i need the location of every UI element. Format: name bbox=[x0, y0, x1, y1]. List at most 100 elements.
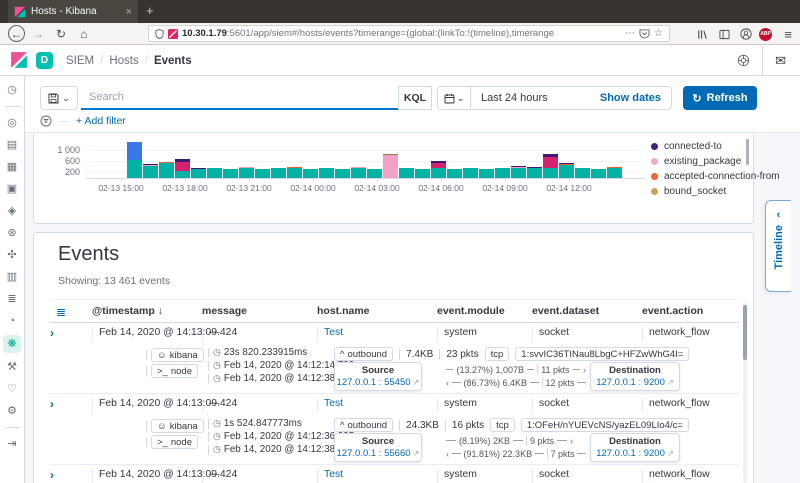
node-badge[interactable]: >_ node bbox=[151, 435, 198, 449]
source-endpoint-ip[interactable]: 127.0.0.1 bbox=[337, 377, 377, 388]
histogram-bar[interactable] bbox=[447, 168, 462, 178]
column-header-eventdataset[interactable]: event.dataset bbox=[532, 305, 599, 317]
histogram-bar[interactable] bbox=[255, 168, 270, 178]
sidebar-item-maps[interactable]: ◈ bbox=[3, 203, 21, 219]
sidebar-item-machine-learning[interactable]: ⊛ bbox=[3, 225, 21, 241]
legend-item[interactable]: connected-to bbox=[651, 140, 722, 152]
histogram-bar[interactable] bbox=[511, 165, 526, 178]
bookmark-star-icon[interactable]: ☆ bbox=[654, 28, 663, 39]
histogram-bar[interactable] bbox=[271, 168, 286, 178]
histogram-bar[interactable] bbox=[575, 168, 590, 178]
external-link-icon[interactable]: ↗ bbox=[411, 378, 420, 387]
sidebar-item-stack-monitoring[interactable]: ♡ bbox=[3, 381, 21, 397]
column-header-timestamp[interactable]: @timestamp ↓ bbox=[92, 305, 163, 317]
source-endpoint-port[interactable]: 55660 bbox=[384, 448, 410, 459]
tab-close-icon[interactable]: × bbox=[126, 6, 132, 18]
sidebar-item-graph[interactable]: ✣ bbox=[3, 247, 21, 263]
site-identity-icon[interactable] bbox=[168, 28, 178, 39]
legend-item[interactable]: existing_package bbox=[651, 155, 741, 167]
reload-icon[interactable]: ↻ bbox=[56, 23, 66, 45]
column-header-eventmodule[interactable]: event.module bbox=[437, 305, 505, 317]
sidebar-item-siem[interactable]: ❋ bbox=[3, 335, 21, 353]
pocket-icon[interactable] bbox=[639, 28, 650, 39]
histogram-bar[interactable] bbox=[239, 167, 254, 178]
kql-language-button[interactable]: KQL bbox=[398, 86, 432, 110]
legend-scrollbar[interactable] bbox=[746, 139, 749, 165]
sidebar-item-discover[interactable]: ◎ bbox=[3, 115, 21, 131]
legend-item[interactable]: accepted-connection-from bbox=[651, 170, 780, 182]
histogram-bar[interactable] bbox=[463, 168, 478, 178]
timerange-label[interactable]: Last 24 hours bbox=[471, 92, 548, 104]
protocol-badge[interactable]: tcp bbox=[484, 347, 510, 361]
expand-row-icon[interactable]: › bbox=[50, 468, 54, 482]
external-link-icon[interactable]: ↗ bbox=[665, 449, 674, 458]
kibana-logo[interactable] bbox=[10, 51, 28, 69]
expand-row-icon[interactable]: › bbox=[50, 397, 54, 411]
saved-query-menu-button[interactable]: ⌄ bbox=[40, 86, 78, 110]
column-header-message[interactable]: message bbox=[202, 305, 247, 317]
adblock-icon[interactable]: ABP bbox=[759, 27, 772, 41]
breadcrumb-hosts[interactable]: Hosts bbox=[109, 55, 138, 67]
sidebar-item-canvas[interactable]: ▣ bbox=[3, 181, 21, 197]
expand-row-icon[interactable]: › bbox=[50, 326, 54, 340]
protocol-badge[interactable]: tcp bbox=[490, 418, 515, 432]
histogram-bar[interactable] bbox=[159, 161, 174, 178]
sidebar-item-logs[interactable]: ≣ bbox=[3, 291, 21, 307]
browser-tab[interactable]: Hosts - Kibana × bbox=[8, 0, 138, 23]
histogram-bar[interactable] bbox=[383, 153, 398, 178]
kibana-badge[interactable]: ☺ kibana bbox=[151, 348, 204, 362]
sidebar-item-infrastructure[interactable]: ▥ bbox=[3, 269, 21, 285]
help-icon[interactable] bbox=[737, 54, 750, 67]
legend-item[interactable]: bound_socket bbox=[651, 185, 726, 197]
library-icon[interactable] bbox=[697, 23, 708, 45]
histogram-bar[interactable] bbox=[591, 168, 606, 178]
histogram-bar[interactable] bbox=[415, 168, 430, 178]
account-icon[interactable] bbox=[740, 23, 752, 45]
events-scrollbar[interactable] bbox=[743, 303, 747, 483]
sidebar-item-dashboard[interactable]: ▦ bbox=[3, 159, 21, 175]
destination-endpoint-ip[interactable]: 127.0.0.1 bbox=[596, 448, 636, 459]
host-name-cell[interactable]: Test bbox=[317, 327, 343, 341]
histogram-bar[interactable] bbox=[479, 168, 494, 178]
community-id-badge[interactable]: 1:svvIC36TINau8LbgC+HFZwWhG4I= bbox=[515, 347, 690, 361]
histogram-bar[interactable] bbox=[319, 168, 334, 178]
histogram-bar[interactable] bbox=[127, 141, 142, 178]
histogram-bar[interactable] bbox=[335, 168, 350, 178]
url-bar[interactable]: 10.30.1.79:5601/app/siem#/hosts/events?t… bbox=[148, 25, 670, 42]
community-id-badge[interactable]: 1:OFeH/nYUEVcNS/yazEL09LIo4/c= bbox=[520, 418, 689, 432]
timeline-flyout-button[interactable]: ‹ Timeline bbox=[765, 200, 791, 292]
sidebar-item-management[interactable]: ⚙ bbox=[3, 403, 21, 419]
histogram-bar[interactable] bbox=[223, 168, 238, 178]
histogram-bar[interactable] bbox=[287, 167, 302, 178]
destination-endpoint-ip[interactable]: 127.0.0.1 bbox=[596, 377, 636, 388]
external-link-icon[interactable]: ↗ bbox=[411, 449, 420, 458]
histogram-bar[interactable] bbox=[607, 167, 622, 178]
source-endpoint-port[interactable]: 55450 bbox=[384, 377, 410, 388]
column-header-hostname[interactable]: host.name bbox=[317, 305, 370, 317]
back-icon[interactable]: ← bbox=[8, 25, 25, 42]
histogram-bar[interactable] bbox=[351, 167, 366, 178]
shield-icon[interactable] bbox=[155, 28, 164, 39]
histogram-bar[interactable] bbox=[367, 168, 382, 178]
host-name-cell[interactable]: Test bbox=[317, 398, 343, 412]
page-actions-icon[interactable]: ⋯ bbox=[625, 28, 635, 39]
sidebar-item-visualize[interactable]: ▤ bbox=[3, 137, 21, 153]
search-input[interactable] bbox=[81, 86, 398, 110]
date-picker-calendar-button[interactable]: ⌄ bbox=[438, 87, 471, 109]
sidebars-icon[interactable] bbox=[719, 23, 730, 45]
kibana-badge[interactable]: ☺ kibana bbox=[151, 419, 204, 433]
filter-icon[interactable] bbox=[40, 115, 52, 127]
histogram-bar[interactable] bbox=[495, 168, 510, 178]
sidebar-item-uptime[interactable]: ◔ bbox=[3, 313, 21, 329]
show-dates-button[interactable]: Show dates bbox=[600, 92, 671, 104]
home-icon[interactable]: ⌂ bbox=[80, 23, 87, 45]
destination-endpoint-port[interactable]: 9200 bbox=[644, 377, 665, 388]
histogram-bar[interactable] bbox=[143, 163, 158, 178]
histogram-bar[interactable] bbox=[431, 160, 446, 178]
host-name-cell[interactable]: Test bbox=[317, 469, 343, 483]
histogram-bar[interactable] bbox=[303, 168, 318, 178]
histogram-bar[interactable] bbox=[543, 154, 558, 178]
histogram-bar[interactable] bbox=[207, 168, 222, 178]
histogram-bar[interactable] bbox=[399, 168, 414, 178]
direction-badge[interactable]: ^ outbound bbox=[334, 418, 394, 432]
